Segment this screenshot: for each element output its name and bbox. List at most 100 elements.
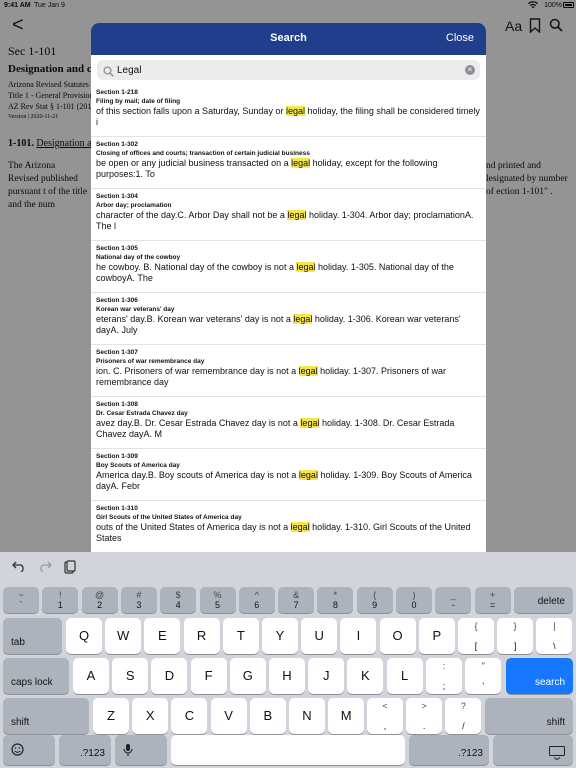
result-snippet: avez day.B. Dr. Cesar Estrada Chavez day… [96, 418, 481, 440]
letter-key[interactable]: B [249, 698, 286, 734]
number-key[interactable]: & 7 [278, 587, 315, 613]
letter-key[interactable]: O [379, 618, 416, 654]
letter-key[interactable]: T [222, 618, 259, 654]
key-shift-char: ( [373, 590, 377, 600]
delete-key[interactable]: delete [514, 587, 573, 613]
number-key[interactable]: % 5 [199, 587, 236, 613]
letter-key[interactable]: H [269, 658, 305, 694]
letter-key[interactable]: Z [93, 698, 129, 734]
symbol-key[interactable]: <, [367, 698, 403, 734]
search-result-item[interactable]: Section 1-307 Prisoners of war remembranc… [91, 345, 486, 397]
search-result-item[interactable]: Section 1-306 Korean war veterans' day ete… [91, 293, 486, 345]
key-base-char: 7 [293, 600, 299, 610]
letter-key[interactable]: F [190, 658, 227, 694]
letter-key[interactable]: C [171, 698, 208, 734]
result-snippet: of this section falls upon a Saturday, S… [96, 106, 481, 128]
key-shift-char: ^ [254, 590, 259, 600]
search-result-item[interactable]: Section 1-310 Girl Scouts of the United S… [91, 501, 486, 552]
letter-key[interactable]: R [183, 618, 220, 654]
result-caption: Closing of offices and courts; transacti… [96, 150, 310, 157]
search-result-item[interactable]: Section 1-305 National day of the cowboy h… [91, 241, 486, 293]
key-label: search [534, 677, 565, 688]
search-result-item[interactable]: Section 1-308 Dr. Cesar Estrada Chavez da… [91, 397, 486, 449]
dictation-key[interactable] [115, 735, 167, 765]
hide-keyboard-key[interactable] [493, 735, 573, 765]
letter-key[interactable]: Q [66, 618, 102, 654]
emoji-key[interactable] [3, 735, 55, 765]
key-char: F [204, 668, 213, 683]
space-bar[interactable] [171, 735, 405, 765]
symbol-key[interactable]: :; [426, 658, 462, 694]
number-key[interactable]: (9 [356, 587, 393, 613]
letter-key[interactable]: D [151, 658, 188, 694]
letter-key[interactable]: G [229, 658, 266, 694]
result-section-number: Section 1-305 [96, 245, 138, 252]
key-shift-char: + [489, 590, 496, 600]
search-result-item[interactable]: Section 1-302 Closing of offices and cour… [91, 137, 486, 189]
number-key[interactable]: ^ 6 [238, 587, 275, 613]
letter-key[interactable]: J [308, 658, 345, 694]
letter-key[interactable]: X [132, 698, 169, 734]
number-key[interactable]: $4 [160, 587, 197, 613]
letter-key[interactable]: I [340, 618, 377, 654]
paste-icon[interactable] [64, 560, 76, 577]
symbol-key[interactable]: >. [406, 698, 443, 734]
letter-key[interactable]: U [301, 618, 338, 654]
undo-icon[interactable] [12, 560, 26, 575]
search-input[interactable] [117, 60, 457, 80]
key-char: H [282, 668, 292, 683]
number-key[interactable]: #3 [120, 587, 157, 613]
key-base-char: / [462, 721, 465, 731]
clear-text-icon[interactable]: × [465, 65, 475, 75]
result-section-number: Section 1-218 [96, 89, 138, 96]
symbol-key[interactable]: " ' [465, 658, 502, 694]
symbol-key[interactable]: }] [497, 618, 534, 654]
letter-key[interactable]: W [105, 618, 142, 654]
number-key[interactable]: ) 0 [396, 587, 432, 613]
result-section-number: Section 1-309 [96, 453, 138, 460]
key-base-char: 8 [332, 600, 338, 610]
letter-key[interactable]: M [328, 698, 365, 734]
letter-key[interactable]: P [418, 618, 455, 654]
key-char: P [432, 628, 442, 643]
symbol-key[interactable]: {[ [458, 618, 494, 654]
letter-key[interactable]: V [210, 698, 247, 734]
number-key[interactable]: ! 1 [42, 587, 79, 613]
number-key[interactable]: ~ ` [3, 587, 39, 613]
key-char: I [356, 628, 361, 643]
letter-key[interactable]: E [144, 618, 181, 654]
letter-key[interactable]: A [73, 658, 109, 694]
close-button[interactable]: Close [446, 32, 474, 44]
letter-key[interactable]: Y [262, 618, 298, 654]
search-key[interactable]: search [506, 658, 573, 694]
number-key[interactable]: + = [474, 587, 511, 613]
key-shift-char: % [213, 590, 222, 600]
search-result-item[interactable]: Section 1-218 Filing by mail; date of fil… [91, 85, 486, 137]
symbol-key[interactable]: | \ [536, 618, 573, 654]
letter-key[interactable]: S [112, 658, 149, 694]
redo-icon[interactable] [38, 560, 52, 575]
caps-lock-key[interactable]: caps lock [3, 658, 69, 694]
key-char: J [322, 668, 330, 683]
search-field[interactable]: × [97, 60, 480, 80]
search-result-item[interactable]: Section 1-309 Boy Scouts of America day Am… [91, 449, 486, 501]
highlighted-match: legal [293, 314, 313, 324]
symbol-key[interactable]: ? / [445, 698, 482, 734]
number-key[interactable]: @2 [81, 587, 118, 613]
search-result-item[interactable]: Section 1-304 Arbor day; proclamation cha… [91, 189, 486, 241]
key-base-char: 4 [175, 600, 181, 610]
letter-key[interactable]: N [289, 698, 325, 734]
key-char: N [302, 708, 312, 723]
letter-key[interactable]: K [347, 658, 384, 694]
shift-key-right[interactable]: shift [485, 698, 573, 734]
numbers-key-left[interactable]: .?123 [59, 735, 111, 765]
shift-key-left[interactable]: shift [3, 698, 89, 734]
key-base-char: , [383, 721, 387, 731]
number-key[interactable]: _ - [435, 587, 472, 613]
result-snippet: he cowboy. B. National day of the cowboy… [96, 262, 481, 284]
numbers-key-right[interactable]: .?123 [409, 735, 489, 765]
tab-key[interactable]: tab [3, 618, 62, 654]
key-shift-char: _ [450, 590, 456, 600]
number-key[interactable]: * 8 [317, 587, 354, 613]
letter-key[interactable]: L [386, 658, 423, 694]
